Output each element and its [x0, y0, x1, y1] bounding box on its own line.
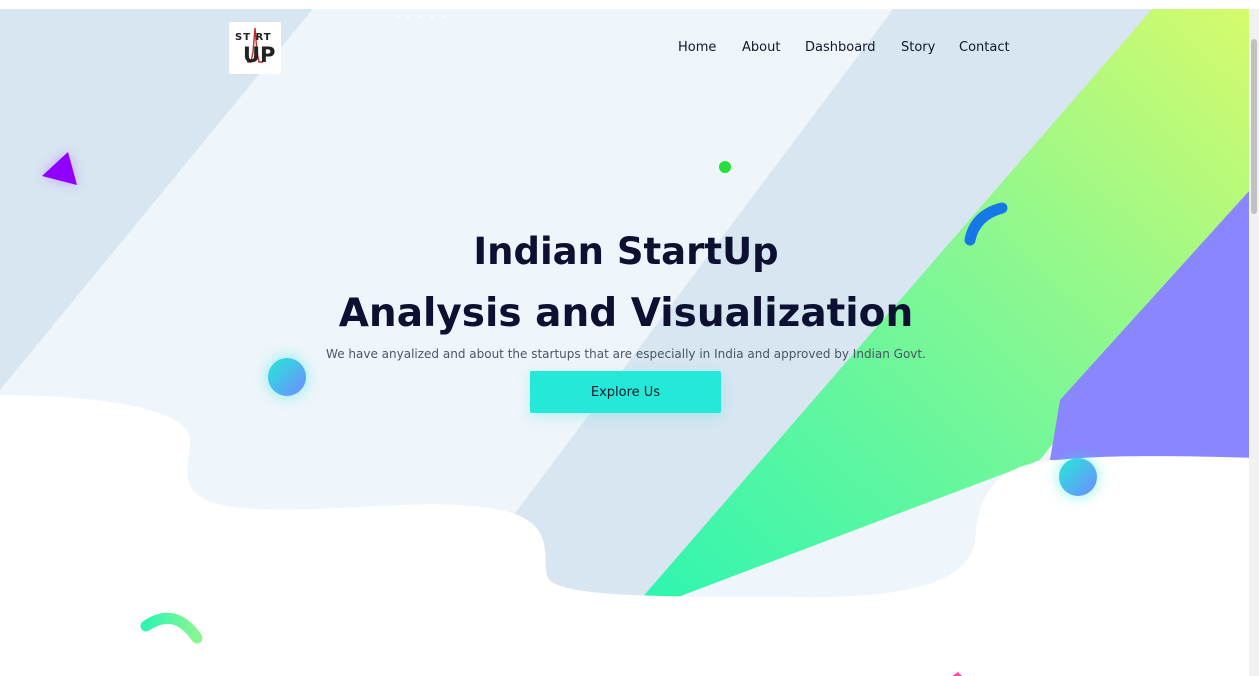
- hero-background: [0, 0, 1259, 676]
- logo-text-top: ST RT: [235, 32, 272, 43]
- page-scrollbar[interactable]: [1249, 9, 1259, 676]
- window-top-edge: [0, 0, 1259, 9]
- hero-subtitle: We have anyalized and about the startups…: [326, 347, 926, 361]
- decor-ball-left: [268, 358, 306, 396]
- nav-item-story[interactable]: Story: [901, 40, 935, 55]
- decor-dot-green: [719, 161, 731, 173]
- nav-item-about[interactable]: About: [742, 40, 780, 55]
- scrollbar-thumb[interactable]: [1251, 39, 1257, 214]
- brand-logo[interactable]: ST RT UP: [229, 22, 281, 74]
- logo-text-bottom: UP: [243, 43, 276, 67]
- decor-ball-right: [1059, 458, 1097, 496]
- nav-item-dashboard[interactable]: Dashboard: [805, 40, 876, 55]
- explore-us-button[interactable]: Explore Us: [530, 371, 721, 413]
- nav-item-contact[interactable]: Contact: [959, 40, 1010, 55]
- hero-title-line2: Analysis and Visualization: [338, 291, 914, 337]
- hero-section: ST RT UP Home About Dashboard Story Cont…: [0, 0, 1259, 676]
- nav-item-home[interactable]: Home: [678, 40, 716, 55]
- hero-title-line1: Indian StartUp: [473, 229, 779, 273]
